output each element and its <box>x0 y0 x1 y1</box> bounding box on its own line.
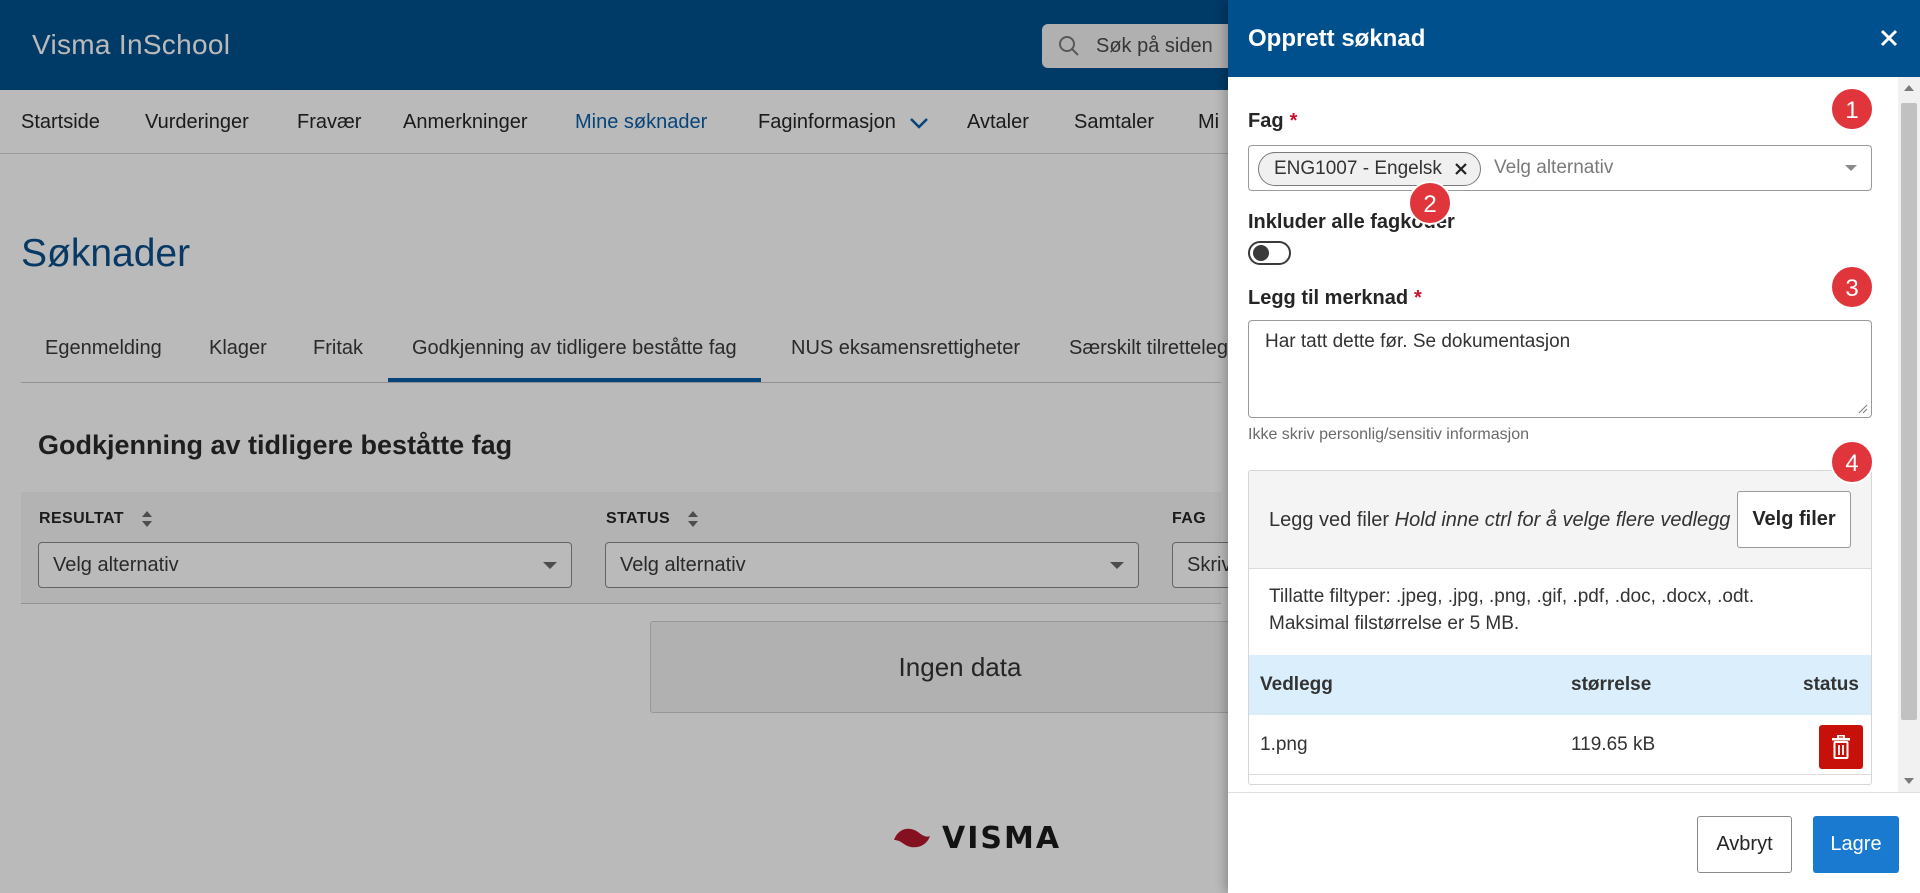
chip-remove-icon[interactable] <box>1454 162 1468 176</box>
scrollbar-thumb[interactable] <box>1901 103 1917 720</box>
resize-grip-icon[interactable] <box>1858 404 1868 414</box>
note-textarea[interactable]: Har tatt dette før. Se dokumentasjon <box>1248 320 1872 418</box>
required-marker: * <box>1289 110 1298 132</box>
scroll-down-arrow-icon[interactable] <box>1904 778 1914 784</box>
upload-hint: Hold inne ctrl for å velge flere vedlegg <box>1394 509 1731 531</box>
file-upload-area: Legg ved filer Hold inne ctrl for å velg… <box>1248 470 1872 785</box>
note-value: Har tatt dette før. Se dokumentasjon <box>1265 331 1571 352</box>
table-row: 1.png 119.65 kB <box>1249 715 1871 775</box>
upload-label-text: Legg ved filer <box>1269 509 1390 531</box>
fag-multiselect[interactable]: ENG1007 - Engelsk Velg alternativ <box>1248 145 1872 191</box>
column-header-storrelse: størrelse <box>1571 674 1652 695</box>
save-button[interactable]: Lagre <box>1813 816 1899 873</box>
step-badge-1: 1 <box>1830 87 1874 131</box>
allowed-filetypes: Tillatte filtyper: .jpeg, .jpg, .png, .g… <box>1269 583 1754 637</box>
close-icon[interactable] <box>1874 23 1904 53</box>
filetypes-line: Tillatte filtyper: .jpeg, .jpg, .png, .g… <box>1269 586 1755 607</box>
privacy-hint: Ikke skriv personlig/sensitiv informasjo… <box>1248 426 1529 443</box>
selected-fag-chip: ENG1007 - Engelsk <box>1258 152 1481 186</box>
column-header-vedlegg: Vedlegg <box>1260 674 1333 695</box>
attachments-table-header: Vedlegg størrelse status <box>1249 655 1871 715</box>
caret-down-icon <box>1845 165 1857 171</box>
step-badge-2: 2 <box>1408 181 1452 225</box>
upload-header: Legg ved filer Hold inne ctrl for å velg… <box>1249 471 1871 569</box>
note-label: Legg til merknad * <box>1248 287 1422 310</box>
chip-label: ENG1007 - Engelsk <box>1274 158 1442 179</box>
fag-placeholder: Velg alternativ <box>1494 157 1614 178</box>
toggle-knob <box>1253 245 1269 261</box>
create-application-drawer: Opprett søknad Fag * ENG1007 - Engelsk Ve… <box>1228 0 1920 893</box>
fag-label: Fag * <box>1248 110 1297 133</box>
max-filesize-line: Maksimal filstørrelse er 5 MB. <box>1269 613 1520 634</box>
required-marker: * <box>1414 287 1422 309</box>
choose-files-button[interactable]: Velg filer <box>1737 491 1851 548</box>
step-badge-4: 4 <box>1830 440 1874 484</box>
upload-label: Legg ved filer Hold inne ctrl for å velg… <box>1269 471 1730 569</box>
drawer-body: Fag * ENG1007 - Engelsk Velg alternativ I… <box>1228 77 1920 792</box>
attachment-name: 1.png <box>1260 734 1308 755</box>
note-label-text: Legg til merknad <box>1248 287 1409 309</box>
drawer-title: Opprett søknad <box>1248 25 1426 52</box>
step-badge-3: 3 <box>1830 265 1874 309</box>
trash-icon <box>1832 735 1850 759</box>
cancel-button[interactable]: Avbryt <box>1697 816 1792 873</box>
drawer-header: Opprett søknad <box>1228 0 1920 77</box>
attachment-size: 119.65 kB <box>1571 734 1656 755</box>
drawer-scrollbar[interactable] <box>1898 77 1920 792</box>
include-all-toggle[interactable] <box>1248 241 1291 265</box>
scroll-up-arrow-icon[interactable] <box>1904 85 1914 91</box>
drawer-footer: Avbryt Lagre <box>1228 792 1920 893</box>
delete-attachment-button[interactable] <box>1819 725 1863 769</box>
fag-label-text: Fag <box>1248 110 1284 132</box>
column-header-status: status <box>1803 674 1859 695</box>
